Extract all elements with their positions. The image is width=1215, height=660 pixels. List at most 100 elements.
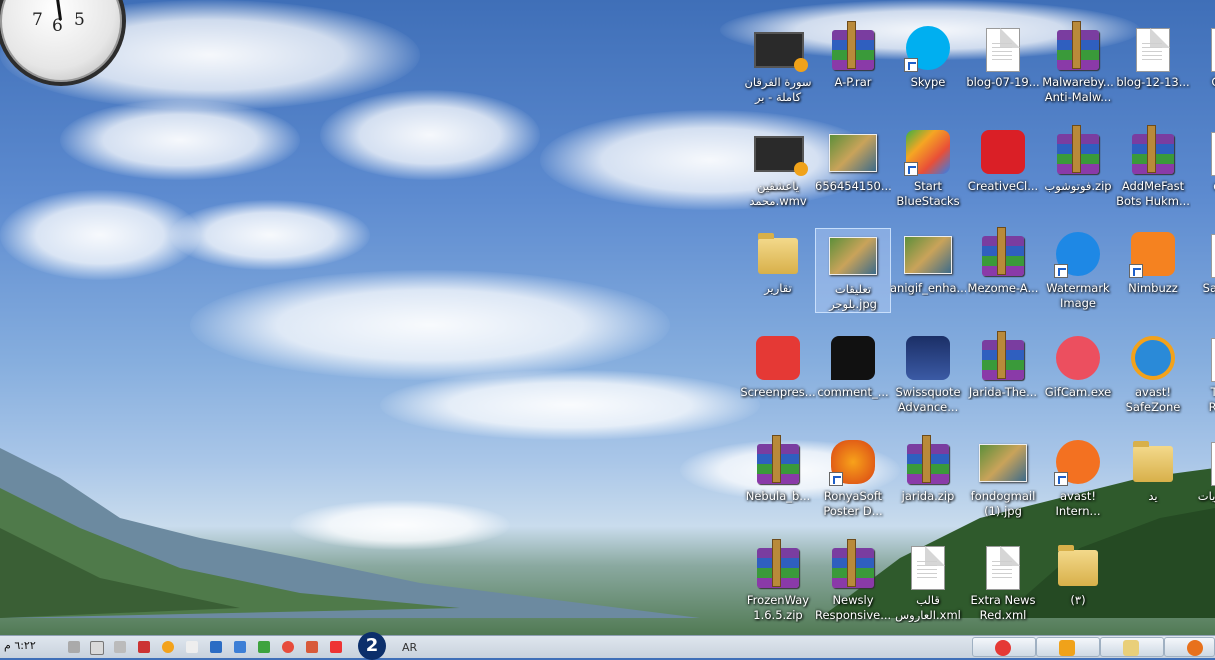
dragon-icon [829,438,877,486]
desktop-icon[interactable]: تعليقات بلوجر.jpg [815,228,891,313]
desktop-icon[interactable]: fondogmail (1).jpg [965,436,1041,519]
desktop-icon[interactable]: Nebula_b... [740,436,816,504]
desktop-icon-label: ياعشقين محمد.wmv [749,179,807,208]
desktop-icon-label: avast! SafeZone [1125,385,1181,414]
desktop-icon[interactable]: jarida.zip [890,436,966,504]
folder-file-icon [754,230,802,278]
rar-file-icon [829,542,877,590]
shortcut-arrow-icon [1129,264,1143,278]
desktop-icon[interactable]: 656454150... [815,126,891,194]
desktop-icon[interactable]: RonyaSoft Poster D... [815,436,891,519]
desktop-icon[interactable]: يد [1115,436,1191,504]
desktop-icon[interactable]: GifCam.exe [1040,332,1116,400]
shortcut-arrow-icon [829,472,843,486]
taskbar-clock[interactable]: ٦:٢٢ م [4,639,36,652]
screenpresso-icon [995,640,1011,656]
rar-file-icon [1054,128,1102,176]
desktop-icon-label: fondogmail (1).jpg [970,489,1036,518]
desktop-icon[interactable]: Malwareby... Anti-Malw... [1040,22,1116,105]
desktop-icon[interactable]: comment_... [815,332,891,400]
chrome-tray-icon[interactable] [282,641,294,653]
network-icon[interactable] [210,641,222,653]
desktop-icon-label: dm... [1190,179,1215,194]
taskbar-button-media[interactable] [1036,637,1100,657]
shortcut-arrow-icon [1054,472,1068,486]
folder-file-icon [1054,542,1102,590]
device-icon[interactable] [90,641,104,655]
desktop-icon[interactable]: Swissquote Advance... [890,332,966,415]
taskbar-button-firefox[interactable] [1164,637,1215,657]
desktop-icon[interactable]: Jarida-The... [965,332,1041,400]
desktop-icon[interactable]: تقارير [740,228,816,296]
desktop-icon-label: سورة الفرقان كاملة - بر [744,75,812,104]
green-tray-icon[interactable] [258,641,270,653]
desktop-icon-label: FrozenWay 1.6.5.zip [746,593,810,622]
language-indicator[interactable]: AR [402,641,417,654]
volume-icon[interactable] [114,641,126,653]
desktop-icon[interactable]: FrozenWay 1.6.5.zip [740,540,816,623]
desktop-icon[interactable]: Newsly Responsive... [815,540,891,623]
desktop-icon[interactable]: Nimbuzz [1115,228,1191,296]
desktop-icon-label: Skype [910,75,946,89]
desktop-icon-label: Mezome-A... [967,281,1039,295]
rar-file-icon [979,230,1027,278]
desktop-icon[interactable]: AddMeFast Bots Hukm... [1115,126,1191,209]
desktop-icon-label: comment_... [817,385,889,399]
shortcut-arrow-icon [1054,264,1068,278]
tray-icon-red[interactable] [306,641,318,653]
desktop-icon[interactable]: (٣) [1040,540,1116,608]
desktop-icon[interactable]: ياعشقين محمد.wmv [740,126,816,209]
taskbar-button-explorer[interactable] [1100,637,1164,657]
screenpresso-tray-icon[interactable] [330,641,342,653]
media-player-icon [1059,640,1075,656]
comment-icon [829,334,877,382]
taskbar-button-screenpresso[interactable] [972,637,1036,657]
desktop-icon[interactable]: dm... [1190,126,1215,194]
desktop-icon-label: blog-07-19... [966,75,1040,89]
desktop-icon[interactable]: Tota... Reco... [1190,332,1215,415]
desktop-icon-label: avast! Intern... [1055,489,1101,518]
desktop-icon[interactable]: avast! SafeZone [1115,332,1191,415]
rar-file-icon [1054,24,1102,72]
desktop-icon[interactable]: Screenpres... [740,332,816,400]
avast-tray-icon[interactable] [162,641,174,653]
desktop-icon[interactable]: قالب العاروس.xml [890,540,966,623]
desktop-icon[interactable]: blog-12-13... [1115,22,1191,90]
desktop-icon-label: CreativeCl... [967,179,1039,193]
desktop-icon-label: A-P.rar [834,75,872,89]
rar-file-icon [829,24,877,72]
desktop-icon-label: blog-12-13... [1116,75,1190,89]
desktop-icon[interactable]: سورة الفرقان كاملة - بر [740,22,816,105]
desktop-icon[interactable]: Sa... Ki... [1190,228,1215,296]
quick-launch-button[interactable]: 2 [358,632,386,660]
doc-file-icon [1204,334,1215,382]
desktop-icon[interactable]: Skype [890,22,966,90]
desktop-icon[interactable]: Start BlueStacks [890,126,966,209]
doc-file-icon [1204,128,1215,176]
desktop-icon[interactable]: CreativeCl... [965,126,1041,194]
desktop-icon[interactable]: فوتوشوب.zip [1040,126,1116,194]
folder-file-icon [1129,438,1177,486]
desktop-icon-label: معزيات.xml [1197,489,1215,503]
rar-file-icon [1129,128,1177,176]
malwarebytes-tray-icon[interactable] [234,641,246,653]
desktop-icon[interactable]: Watermark Image [1040,228,1116,311]
desktop-icon-label: anigif_enha... [890,281,966,295]
desktop-icon[interactable]: anigif_enha... [890,228,966,296]
tray-icon[interactable] [186,641,198,653]
flag-icon[interactable] [138,641,150,653]
doc-file-icon [1129,24,1177,72]
desktop-icon[interactable]: Mezome-A... [965,228,1041,296]
creative-cloud-icon [979,128,1027,176]
signal-icon[interactable] [68,641,80,653]
desktop-icon[interactable]: معزيات.xml [1190,436,1215,504]
desktop-icon-label: Watermark Image [1046,281,1110,310]
desktop-icon[interactable]: blog-07-19... [965,22,1041,90]
desktop-icon[interactable]: Cha... [1190,22,1215,90]
desktop-icon[interactable]: avast! Intern... [1040,436,1116,519]
clock-gadget[interactable]: 7 6 5 [0,0,126,86]
desktop-icon[interactable]: A-P.rar [815,22,891,90]
desktop-icon-label: فوتوشوب.zip [1044,179,1112,193]
desktop-icon[interactable]: Extra News Red.xml [965,540,1041,623]
skype-icon [904,24,952,72]
